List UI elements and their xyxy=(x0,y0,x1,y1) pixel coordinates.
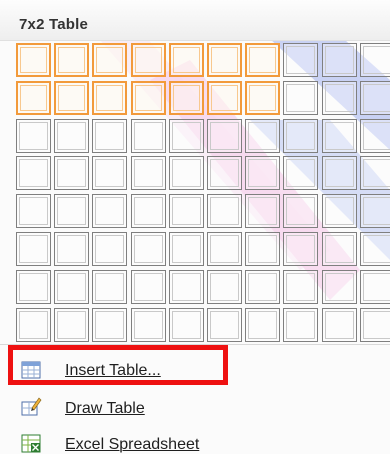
grid-cell[interactable] xyxy=(131,232,166,266)
grid-cell[interactable] xyxy=(131,194,166,228)
grid-cell[interactable] xyxy=(54,308,89,342)
excel-spreadsheet-icon xyxy=(21,434,41,453)
grid-cell[interactable] xyxy=(245,270,280,304)
table-size-header: 7x2 Table xyxy=(0,0,390,41)
grid-cell[interactable] xyxy=(92,156,127,190)
grid-cell[interactable] xyxy=(322,156,357,190)
grid-cell[interactable] xyxy=(54,270,89,304)
grid-cell[interactable] xyxy=(16,308,51,342)
table-size-label: 7x2 Table xyxy=(19,16,89,33)
grid-cell[interactable] xyxy=(245,194,280,228)
grid-cell[interactable] xyxy=(360,232,390,266)
draw-table-pencil-icon xyxy=(21,397,42,416)
excel-spreadsheet-label: Excel Spreadsheet xyxy=(65,436,200,453)
grid-cell[interactable] xyxy=(131,270,166,304)
grid-cell[interactable] xyxy=(169,270,204,304)
menu-separator xyxy=(0,344,390,345)
grid-cell[interactable] xyxy=(207,232,242,266)
grid-cell[interactable] xyxy=(360,119,390,153)
grid-cell[interactable] xyxy=(169,194,204,228)
grid-cell-selected[interactable] xyxy=(245,81,280,115)
grid-cell-selected[interactable] xyxy=(245,43,280,77)
grid-cell[interactable] xyxy=(92,308,127,342)
grid-cell[interactable] xyxy=(360,270,390,304)
draw-table-label: Draw Table xyxy=(65,400,145,417)
grid-cell[interactable] xyxy=(283,232,318,266)
grid-cell[interactable] xyxy=(207,119,242,153)
insert-table-label: Insert Table... xyxy=(65,362,161,379)
grid-cell[interactable] xyxy=(92,232,127,266)
grid-cell[interactable] xyxy=(283,270,318,304)
grid-cell-selected[interactable] xyxy=(169,81,204,115)
grid-cell[interactable] xyxy=(245,119,280,153)
insert-table-dropdown: 7x2 Table Insert Table... Draw Table Exc… xyxy=(0,0,390,454)
grid-cell[interactable] xyxy=(283,156,318,190)
grid-cell[interactable] xyxy=(245,232,280,266)
grid-cell[interactable] xyxy=(131,119,166,153)
grid-cell-selected[interactable] xyxy=(16,43,51,77)
grid-cell[interactable] xyxy=(169,156,204,190)
grid-cell[interactable] xyxy=(131,308,166,342)
grid-cell[interactable] xyxy=(16,270,51,304)
menu-item-excel-spreadsheet[interactable]: Excel Spreadsheet xyxy=(0,428,390,454)
menu-item-insert-table[interactable]: Insert Table... xyxy=(0,353,390,387)
grid-cell-selected[interactable] xyxy=(54,43,89,77)
grid-cell-selected[interactable] xyxy=(92,81,127,115)
insert-table-icon xyxy=(21,361,41,379)
grid-cell[interactable] xyxy=(92,270,127,304)
grid-cell[interactable] xyxy=(245,156,280,190)
grid-cell[interactable] xyxy=(16,119,51,153)
grid-cell[interactable] xyxy=(54,194,89,228)
grid-cell[interactable] xyxy=(207,308,242,342)
grid-cell[interactable] xyxy=(54,232,89,266)
table-size-grid[interactable] xyxy=(16,43,390,343)
grid-cell[interactable] xyxy=(92,194,127,228)
grid-cell[interactable] xyxy=(322,119,357,153)
grid-cell-selected[interactable] xyxy=(16,81,51,115)
grid-cell-selected[interactable] xyxy=(207,43,242,77)
grid-cell[interactable] xyxy=(360,81,390,115)
grid-cell[interactable] xyxy=(283,308,318,342)
grid-cell-selected[interactable] xyxy=(54,81,89,115)
grid-cell[interactable] xyxy=(360,308,390,342)
grid-cell-selected[interactable] xyxy=(131,43,166,77)
grid-cell[interactable] xyxy=(283,194,318,228)
grid-cell[interactable] xyxy=(54,119,89,153)
grid-cell-selected[interactable] xyxy=(131,81,166,115)
grid-cell[interactable] xyxy=(322,270,357,304)
grid-cell[interactable] xyxy=(207,156,242,190)
grid-cell[interactable] xyxy=(360,43,390,77)
grid-cell[interactable] xyxy=(169,119,204,153)
grid-cell[interactable] xyxy=(54,156,89,190)
grid-cell[interactable] xyxy=(16,156,51,190)
grid-cell[interactable] xyxy=(169,308,204,342)
grid-cell[interactable] xyxy=(322,81,357,115)
grid-cell[interactable] xyxy=(131,156,166,190)
grid-cell[interactable] xyxy=(322,308,357,342)
grid-cell-selected[interactable] xyxy=(169,43,204,77)
grid-cell[interactable] xyxy=(207,194,242,228)
grid-cell[interactable] xyxy=(207,270,242,304)
grid-cell[interactable] xyxy=(16,194,51,228)
grid-cell[interactable] xyxy=(169,232,204,266)
grid-cell[interactable] xyxy=(322,43,357,77)
grid-cell[interactable] xyxy=(245,308,280,342)
grid-cell[interactable] xyxy=(283,43,318,77)
menu-item-draw-table[interactable]: Draw Table xyxy=(0,392,390,426)
grid-cell[interactable] xyxy=(360,156,390,190)
grid-cell[interactable] xyxy=(283,119,318,153)
grid-cell[interactable] xyxy=(360,194,390,228)
grid-cell[interactable] xyxy=(322,194,357,228)
grid-cell[interactable] xyxy=(92,119,127,153)
grid-cell[interactable] xyxy=(322,232,357,266)
grid-cell-selected[interactable] xyxy=(207,81,242,115)
grid-cell[interactable] xyxy=(16,232,51,266)
grid-cell-selected[interactable] xyxy=(92,43,127,77)
grid-cell[interactable] xyxy=(283,81,318,115)
